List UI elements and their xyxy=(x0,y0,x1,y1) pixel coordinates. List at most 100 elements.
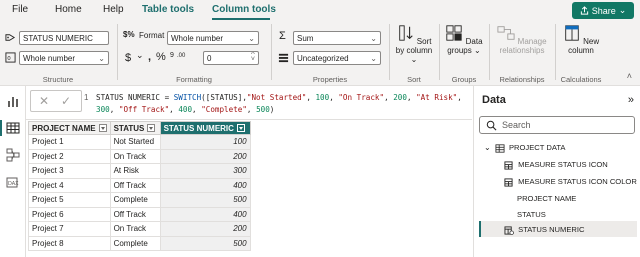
field-measure-status-icon[interactable]: MEASURE STATUS ICON xyxy=(504,160,608,170)
relationships-label: Relationships xyxy=(499,75,545,84)
column-header-status-numeric[interactable]: STATUS NUMERIC xyxy=(159,121,251,135)
cell-status[interactable]: Off Track xyxy=(109,206,161,222)
cell-project-name[interactable]: Project 1 xyxy=(28,134,111,150)
spinner-icon[interactable]: ˄ ˅ xyxy=(251,52,255,63)
cell-project-name[interactable]: Project 8 xyxy=(28,235,111,251)
percent-button[interactable]: % xyxy=(156,51,166,63)
field-status[interactable]: STATUS xyxy=(517,210,546,219)
filter-dropdown-icon[interactable] xyxy=(147,124,156,133)
report-view-icon[interactable] xyxy=(6,94,20,108)
sort-by-column-button[interactable]: Sort by column ⌄ xyxy=(393,24,435,64)
formula-editor[interactable]: STATUS NUMERIC = SWITCH([STATUS],"Not St… xyxy=(96,92,466,116)
sort-label: Sort xyxy=(407,75,421,84)
collapse-pane-icon[interactable]: » xyxy=(628,94,634,106)
cell-status[interactable]: On Track xyxy=(109,221,161,237)
cell-status[interactable]: Off Track xyxy=(109,177,161,193)
table-row[interactable]: Project 3 At Risk 300 xyxy=(28,163,251,179)
cell-status[interactable]: On Track xyxy=(109,148,161,164)
cell-status-numeric[interactable]: 100 xyxy=(159,134,251,150)
data-category-dropdown[interactable]: Uncategorized ⌄ xyxy=(293,51,381,65)
column-name-input[interactable]: STATUS NUMERIC xyxy=(19,31,109,45)
cell-status-numeric[interactable]: 200 xyxy=(159,148,251,164)
column-header-project-name[interactable]: PROJECT NAME xyxy=(28,121,111,135)
field-project-name[interactable]: PROJECT NAME xyxy=(517,194,576,203)
menu-file[interactable]: File xyxy=(12,4,28,15)
format-dropdown[interactable]: Whole number ⌄ xyxy=(167,31,259,45)
share-icon xyxy=(580,6,588,15)
table-node-project-data[interactable]: ⌄ PROJECT DATA xyxy=(484,143,566,153)
menu-help[interactable]: Help xyxy=(103,4,124,15)
table-row[interactable]: Project 1 Not Started 100 xyxy=(28,134,251,150)
field-measure-status-icon-color[interactable]: MEASURE STATUS ICON COLOR xyxy=(504,177,637,187)
field-status-numeric[interactable]: STATUS NUMERIC xyxy=(504,225,585,235)
data-groups-button[interactable]: Data groups ⌄ xyxy=(443,24,485,55)
share-button[interactable]: Share ⌄ xyxy=(572,2,634,19)
currency-button[interactable]: $ xyxy=(125,52,131,64)
column-header-status[interactable]: STATUS xyxy=(109,121,161,135)
cell-project-name[interactable]: Project 2 xyxy=(28,148,111,164)
table-row[interactable]: Project 7 On Track 200 xyxy=(28,221,251,237)
menu-home[interactable]: Home xyxy=(55,4,82,15)
search-placeholder: Search xyxy=(502,120,531,130)
divider xyxy=(389,24,390,80)
filter-dropdown-icon[interactable] xyxy=(236,124,245,133)
cell-status-numeric[interactable]: 200 xyxy=(159,221,251,237)
groups-label: Groups xyxy=(451,75,477,84)
active-view-indicator xyxy=(0,120,2,136)
column-header-label: STATUS NUMERIC xyxy=(163,123,234,133)
summarization-dropdown[interactable]: Sum ⌄ xyxy=(293,31,381,45)
search-input[interactable]: Search xyxy=(479,116,635,134)
data-type-dropdown[interactable]: Whole number ⌄ xyxy=(19,51,109,65)
filter-dropdown-icon[interactable] xyxy=(98,124,107,133)
cell-status[interactable]: Complete xyxy=(109,192,161,208)
table-row[interactable]: Project 2 On Track 200 xyxy=(28,148,251,164)
cell-status-numeric[interactable]: 300 xyxy=(159,163,251,179)
comma-button[interactable]: , xyxy=(148,51,151,63)
cell-status[interactable]: Not Started xyxy=(109,134,161,150)
decimal-places-input[interactable]: 0 ˄ ˅ xyxy=(203,51,259,65)
data-pane: Data » Search ⌄ PROJECT DATA MEASURE STA… xyxy=(473,86,640,257)
cell-project-name[interactable]: Project 4 xyxy=(28,177,111,193)
cell-status-numeric[interactable]: 400 xyxy=(159,177,251,193)
field-label: STATUS NUMERIC xyxy=(518,225,585,234)
cancel-icon[interactable]: ✕ xyxy=(39,94,49,108)
commit-icon[interactable]: ✓ xyxy=(61,94,71,108)
svg-text:DAX: DAX xyxy=(8,181,19,187)
manage-relationships-button[interactable]: Manage relationships xyxy=(493,24,551,55)
table-row[interactable]: Project 5 Complete 500 xyxy=(28,192,251,208)
name-tag-icon xyxy=(5,34,16,41)
cell-status[interactable]: At Risk xyxy=(109,163,161,179)
cell-status[interactable]: Complete xyxy=(109,235,161,251)
category-icon xyxy=(278,53,289,63)
table-row[interactable]: Project 4 Off Track 400 xyxy=(28,177,251,193)
cell-project-name[interactable]: Project 6 xyxy=(28,206,111,222)
menu-column-tools[interactable]: Column tools xyxy=(212,4,276,15)
divider xyxy=(117,24,118,80)
chevron-down-icon[interactable]: ⌄ xyxy=(136,50,144,61)
model-view-icon[interactable] xyxy=(6,148,20,162)
table-row[interactable]: Project 8 Complete 500 xyxy=(28,235,251,251)
chevron-down-icon[interactable]: ⌄ xyxy=(484,143,491,152)
data-category-value: Uncategorized xyxy=(297,54,349,63)
cell-project-name[interactable]: Project 7 xyxy=(28,221,111,237)
calculator-icon xyxy=(504,160,513,170)
cell-status-numeric[interactable]: 500 xyxy=(159,235,251,251)
menu-table-tools[interactable]: Table tools xyxy=(142,4,194,15)
cell-project-name[interactable]: Project 5 xyxy=(28,192,111,208)
table-view-icon[interactable] xyxy=(6,121,20,135)
cell-status-numeric[interactable]: 400 xyxy=(159,206,251,222)
table-header-row: PROJECT NAME STATUS STATUS NUMERIC xyxy=(28,121,251,135)
formatting-label: Formatting xyxy=(176,75,212,84)
dax-query-view-icon[interactable]: DAX xyxy=(6,175,20,189)
field-label: MEASURE STATUS ICON xyxy=(518,160,608,169)
cell-project-name[interactable]: Project 3 xyxy=(28,163,111,179)
cell-status-numeric[interactable]: 500 xyxy=(159,192,251,208)
decimal-adjust-icon[interactable]: .00 xyxy=(177,53,185,59)
new-column-button[interactable]: New column xyxy=(559,24,603,55)
svg-text:0: 0 xyxy=(7,56,11,62)
table-row[interactable]: Project 6 Off Track 400 xyxy=(28,206,251,222)
decimal-button[interactable]: 9 xyxy=(170,52,174,59)
search-icon xyxy=(486,120,497,131)
sort-group: Sort by column ⌄ Sort xyxy=(391,20,437,86)
collapse-ribbon-icon[interactable]: ˄ xyxy=(627,71,632,81)
